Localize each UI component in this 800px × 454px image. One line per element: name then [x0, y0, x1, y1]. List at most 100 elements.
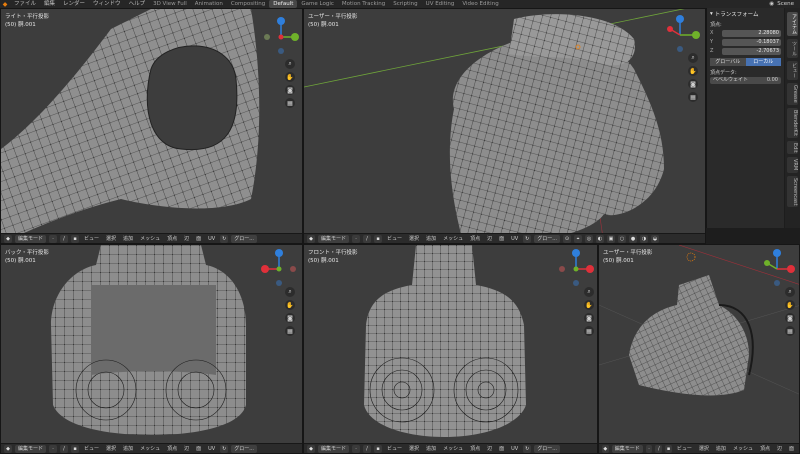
- grid-icon[interactable]: ▦: [285, 98, 295, 108]
- menu-edit[interactable]: 編集: [40, 0, 59, 8]
- vertex-select-icon[interactable]: ·: [645, 444, 653, 453]
- menu-view[interactable]: ビュー: [385, 235, 404, 243]
- menu-vertex[interactable]: 頂点: [165, 445, 179, 453]
- edge-select-icon[interactable]: /: [60, 444, 69, 453]
- shading-wire-icon[interactable]: ○: [618, 234, 626, 243]
- hand-pan-icon[interactable]: ✋: [285, 300, 295, 310]
- menu-face[interactable]: 面: [497, 445, 506, 453]
- viewport-right[interactable]: ライト・平行投影 (50) 胴.001 ⌕ ✋ ◙ ▦ ◆ 編集モード · / …: [0, 8, 303, 244]
- tab-edit[interactable]: Edit: [787, 140, 798, 155]
- menu-face[interactable]: 面: [194, 235, 203, 243]
- grid-icon[interactable]: ▦: [584, 326, 594, 336]
- edge-select-icon[interactable]: /: [363, 444, 372, 453]
- editor-type-icon[interactable]: ◆: [307, 234, 315, 243]
- scene-selector[interactable]: ◉ Scene: [763, 1, 800, 7]
- vertex-select-icon[interactable]: ·: [49, 234, 58, 243]
- menu-select[interactable]: 選択: [697, 445, 711, 453]
- global-button[interactable]: グローバル: [710, 58, 746, 66]
- mode-dropdown[interactable]: 編集モード: [611, 444, 643, 453]
- tab-tool[interactable]: ツール: [787, 39, 798, 58]
- tab-grease[interactable]: Grease: [787, 83, 798, 105]
- workspace-tab-video-editing[interactable]: Video Editing: [458, 0, 502, 8]
- menu-add[interactable]: 追加: [714, 445, 728, 453]
- face-select-icon[interactable]: ▪: [374, 444, 383, 453]
- transform-orientation-icon[interactable]: ↻: [220, 234, 229, 243]
- zoom-icon[interactable]: ⌕: [688, 53, 698, 63]
- workspace-tab-scripting[interactable]: Scripting: [389, 0, 421, 8]
- menu-edge[interactable]: 辺: [485, 235, 494, 243]
- menu-face[interactable]: 面: [787, 445, 796, 453]
- menu-mesh[interactable]: メッシュ: [138, 235, 162, 243]
- menu-mesh[interactable]: メッシュ: [441, 445, 465, 453]
- menu-uv[interactable]: UV: [206, 445, 217, 453]
- snap-icon[interactable]: ⌖: [574, 234, 582, 243]
- viewport-user-top[interactable]: ユーザー・平行投影 (50) 胴.001 ⌕ ✋ ◙ ▦ ◆ 編集モード · /…: [303, 8, 706, 244]
- shading-solid-icon[interactable]: ●: [629, 234, 637, 243]
- edge-select-icon[interactable]: /: [655, 444, 663, 453]
- proportional-icon[interactable]: ◎: [585, 234, 593, 243]
- menu-uv[interactable]: UV: [509, 445, 520, 453]
- grid-icon[interactable]: ▦: [785, 326, 795, 336]
- menu-view[interactable]: ビュー: [82, 235, 101, 243]
- workspace-tab-animation[interactable]: Animation: [191, 0, 227, 8]
- editor-type-icon[interactable]: ◆: [4, 234, 12, 243]
- axis-gizmo[interactable]: [755, 247, 799, 287]
- menu-edge[interactable]: 辺: [485, 445, 494, 453]
- menu-select[interactable]: 選択: [104, 445, 118, 453]
- collapse-arrow-icon[interactable]: ▾: [710, 11, 713, 17]
- viewport-front[interactable]: フロント・平行投影 (50) 胴.001 ⌕ ✋ ◙ ▦ ◆ 編集モード · /…: [303, 244, 598, 454]
- shading-material-icon[interactable]: ◑: [640, 234, 648, 243]
- menu-edge[interactable]: 辺: [182, 235, 191, 243]
- menu-select[interactable]: 選択: [407, 235, 421, 243]
- menu-render[interactable]: レンダー: [59, 0, 89, 8]
- bevel-weight-field[interactable]: ベベルウェイト 0.00: [710, 77, 781, 84]
- orientation-dropdown[interactable]: グロー...: [231, 444, 257, 453]
- zoom-icon[interactable]: ⌕: [785, 287, 795, 297]
- blender-logo-icon[interactable]: ◆: [0, 0, 10, 8]
- hand-pan-icon[interactable]: ✋: [688, 66, 698, 76]
- workspace-tab-3d-view-full[interactable]: 3D View Full: [149, 0, 191, 8]
- face-select-icon[interactable]: ▪: [71, 444, 80, 453]
- hand-pan-icon[interactable]: ✋: [785, 300, 795, 310]
- camera-icon[interactable]: ◙: [285, 85, 295, 95]
- local-button[interactable]: ローカル: [745, 58, 781, 66]
- workspace-tab-compositing[interactable]: Compositing: [227, 0, 269, 8]
- tab-vrm[interactable]: VRM: [787, 157, 798, 173]
- menu-mesh[interactable]: メッシュ: [138, 445, 162, 453]
- menu-file[interactable]: ファイル: [10, 0, 40, 8]
- menu-mesh[interactable]: メッシュ: [731, 445, 755, 453]
- menu-mesh[interactable]: メッシュ: [441, 235, 465, 243]
- zoom-icon[interactable]: ⌕: [584, 287, 594, 297]
- mode-dropdown[interactable]: 編集モード: [318, 234, 350, 243]
- viewport-user-bottom[interactable]: ユーザー・平行投影 (50) 胴.001 ⌕ ✋ ◙ ▦ ◆ 編集モード · /…: [598, 244, 800, 454]
- grid-icon[interactable]: ▦: [285, 326, 295, 336]
- axis-gizmo[interactable]: [259, 15, 303, 55]
- tab-blenderkit[interactable]: BlenderKit: [787, 107, 798, 138]
- tab-item[interactable]: アイテム: [787, 12, 798, 36]
- axis-gizmo[interactable]: [257, 247, 301, 287]
- menu-vertex[interactable]: 頂点: [165, 235, 179, 243]
- workspace-tab-motion-tracking[interactable]: Motion Tracking: [338, 0, 389, 8]
- transform-panel-header[interactable]: ▾ トランスフォーム: [710, 10, 781, 18]
- menu-vertex[interactable]: 頂点: [468, 235, 482, 243]
- shading-render-icon[interactable]: ◒: [651, 234, 659, 243]
- face-select-icon[interactable]: ▪: [665, 444, 672, 453]
- vertex-select-icon[interactable]: ·: [352, 234, 361, 243]
- menu-view[interactable]: ビュー: [82, 445, 101, 453]
- face-select-icon[interactable]: ▪: [374, 234, 383, 243]
- menu-add[interactable]: 追加: [424, 445, 438, 453]
- tab-screencast[interactable]: Screencast: [787, 175, 798, 208]
- zoom-icon[interactable]: ⌕: [285, 59, 295, 69]
- workspace-tab-default[interactable]: Default: [269, 0, 298, 8]
- axis-gizmo[interactable]: [660, 13, 704, 53]
- menu-add[interactable]: 追加: [424, 235, 438, 243]
- orientation-dropdown[interactable]: グロー...: [534, 234, 560, 243]
- camera-icon[interactable]: ◙: [584, 313, 594, 323]
- camera-icon[interactable]: ◙: [785, 313, 795, 323]
- vertex-select-icon[interactable]: ·: [49, 444, 58, 453]
- face-select-icon[interactable]: ▪: [71, 234, 80, 243]
- menu-view[interactable]: ビュー: [675, 445, 694, 453]
- menu-add[interactable]: 追加: [121, 445, 135, 453]
- menu-select[interactable]: 選択: [407, 445, 421, 453]
- menu-face[interactable]: 面: [497, 235, 506, 243]
